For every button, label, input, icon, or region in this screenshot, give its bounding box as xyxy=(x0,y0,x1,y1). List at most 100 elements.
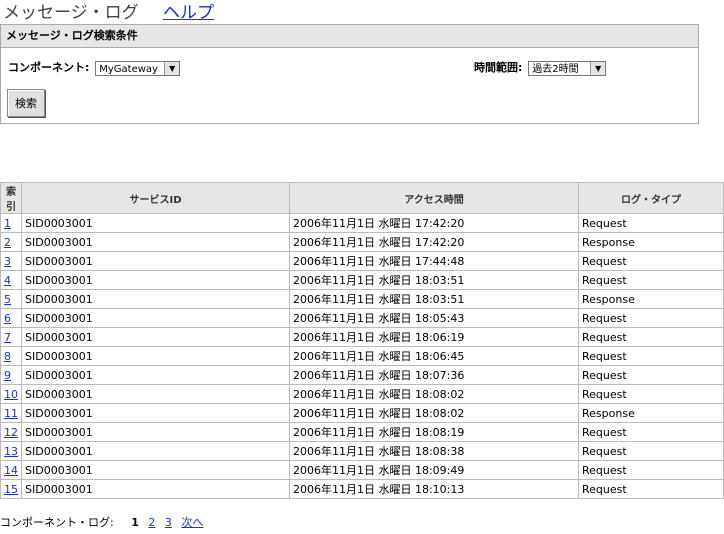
page-link-3[interactable]: 3 xyxy=(165,516,172,529)
chevron-down-icon: ▼ xyxy=(164,61,180,75)
table-row: 12 SID0003001 2006年11月1日 水曜日 18:08:19 Reque… xyxy=(0,422,724,442)
row-index-link[interactable]: 14 xyxy=(4,464,18,477)
access-time-cell: 2006年11月1日 水曜日 18:03:51 xyxy=(289,289,579,309)
help-link[interactable]: ヘルプ xyxy=(163,0,214,23)
index-cell: 4 xyxy=(0,270,22,290)
service-id-cell: SID0003001 xyxy=(21,327,290,347)
row-index-link[interactable]: 3 xyxy=(4,255,11,268)
log-type-cell: Request xyxy=(578,346,724,366)
service-id-cell: SID0003001 xyxy=(21,289,290,309)
log-type-cell: Request xyxy=(578,479,724,499)
service-id-cell: SID0003001 xyxy=(21,460,290,480)
time-range-select[interactable]: 過去2時間 ▼ xyxy=(528,60,607,76)
row-index-link[interactable]: 13 xyxy=(4,445,18,458)
service-id-cell: SID0003001 xyxy=(21,403,290,423)
row-index-link[interactable]: 1 xyxy=(4,217,11,230)
column-header-index[interactable]: 索引 xyxy=(0,182,22,214)
service-id-cell: SID0003001 xyxy=(21,213,290,233)
table-row: 11 SID0003001 2006年11月1日 水曜日 18:08:02 Respo… xyxy=(0,403,724,423)
service-id-cell: SID0003001 xyxy=(21,251,290,271)
column-header-log-type[interactable]: ログ・タイプ xyxy=(578,182,724,214)
log-type-cell: Response xyxy=(578,289,724,309)
column-header-access-time[interactable]: アクセス時間 xyxy=(289,182,579,214)
component-label: コンポーネント: xyxy=(8,61,90,74)
log-type-cell: Request xyxy=(578,270,724,290)
log-type-cell: Request xyxy=(578,213,724,233)
row-index-link[interactable]: 12 xyxy=(4,426,18,439)
log-type-cell: Request xyxy=(578,422,724,442)
row-index-link[interactable]: 4 xyxy=(4,274,11,287)
access-time-cell: 2006年11月1日 水曜日 18:08:02 xyxy=(289,384,579,404)
component-select-value: MyGateway xyxy=(99,63,158,75)
log-type-cell: Request xyxy=(578,308,724,328)
table-row: 15 SID0003001 2006年11月1日 水曜日 18:10:13 Reque… xyxy=(0,479,724,499)
log-type-cell: Request xyxy=(578,460,724,480)
row-index-link[interactable]: 2 xyxy=(4,236,11,249)
table-row: 8 SID0003001 2006年11月1日 水曜日 18:06:45 Reques… xyxy=(0,346,724,366)
service-id-cell: SID0003001 xyxy=(21,270,290,290)
index-cell: 2 xyxy=(0,232,22,252)
table-header-row: 索引 サービスID アクセス時間 ログ・タイプ xyxy=(0,182,724,214)
table-row: 6 SID0003001 2006年11月1日 水曜日 18:05:43 Reques… xyxy=(0,308,724,328)
row-index-link[interactable]: 6 xyxy=(4,312,11,325)
row-index-link[interactable]: 9 xyxy=(4,369,11,382)
index-cell: 10 xyxy=(0,384,22,404)
table-row: 7 SID0003001 2006年11月1日 水曜日 18:06:19 Reques… xyxy=(0,327,724,347)
service-id-cell: SID0003001 xyxy=(21,479,290,499)
index-cell: 1 xyxy=(0,213,22,233)
service-id-cell: SID0003001 xyxy=(21,384,290,404)
log-type-cell: Response xyxy=(578,403,724,423)
table-row: 14 SID0003001 2006年11月1日 水曜日 18:09:49 Reque… xyxy=(0,460,724,480)
access-time-cell: 2006年11月1日 水曜日 18:08:38 xyxy=(289,441,579,461)
log-table: 索引 サービスID アクセス時間 ログ・タイプ 1 SID0003001 2006年… xyxy=(0,182,724,499)
index-cell: 6 xyxy=(0,308,22,328)
log-type-cell: Response xyxy=(578,232,724,252)
access-time-cell: 2006年11月1日 水曜日 18:09:49 xyxy=(289,460,579,480)
index-cell: 14 xyxy=(0,460,22,480)
log-type-cell: Request xyxy=(578,365,724,385)
table-row: 13 SID0003001 2006年11月1日 水曜日 18:08:38 Reque… xyxy=(0,441,724,461)
service-id-cell: SID0003001 xyxy=(21,422,290,442)
index-cell: 3 xyxy=(0,251,22,271)
service-id-cell: SID0003001 xyxy=(21,441,290,461)
index-cell: 11 xyxy=(0,403,22,423)
table-row: 10 SID0003001 2006年11月1日 水曜日 18:08:02 Reque… xyxy=(0,384,724,404)
access-time-cell: 2006年11月1日 水曜日 18:05:43 xyxy=(289,308,579,328)
search-button[interactable]: 検索 xyxy=(7,89,45,117)
access-time-cell: 2006年11月1日 水曜日 18:06:19 xyxy=(289,327,579,347)
log-type-cell: Request xyxy=(578,327,724,347)
page-link-2[interactable]: 2 xyxy=(148,516,155,529)
row-index-link[interactable]: 5 xyxy=(4,293,11,306)
service-id-cell: SID0003001 xyxy=(21,365,290,385)
panel-heading: メッセージ・ログ検索条件 xyxy=(1,25,698,48)
row-index-link[interactable]: 7 xyxy=(4,331,11,344)
row-index-link[interactable]: 15 xyxy=(4,483,18,496)
current-page: 1 xyxy=(131,516,139,529)
index-cell: 13 xyxy=(0,441,22,461)
access-time-cell: 2006年11月1日 水曜日 18:03:51 xyxy=(289,270,579,290)
table-row: 5 SID0003001 2006年11月1日 水曜日 18:03:51 Respon… xyxy=(0,289,724,309)
table-row: 1 SID0003001 2006年11月1日 水曜日 17:42:20 Reques… xyxy=(0,213,724,233)
index-cell: 7 xyxy=(0,327,22,347)
access-time-cell: 2006年11月1日 水曜日 18:08:19 xyxy=(289,422,579,442)
table-row: 2 SID0003001 2006年11月1日 水曜日 17:42:20 Respon… xyxy=(0,232,724,252)
table-body: 1 SID0003001 2006年11月1日 水曜日 17:42:20 Reques… xyxy=(0,213,724,499)
row-index-link[interactable]: 10 xyxy=(4,388,18,401)
chevron-down-icon: ▼ xyxy=(590,61,606,75)
next-page-link[interactable]: 次へ xyxy=(181,516,203,529)
column-header-service-id[interactable]: サービスID xyxy=(21,182,290,214)
index-cell: 15 xyxy=(0,479,22,499)
service-id-cell: SID0003001 xyxy=(21,232,290,252)
row-index-link[interactable]: 8 xyxy=(4,350,11,363)
access-time-cell: 2006年11月1日 水曜日 17:44:48 xyxy=(289,251,579,271)
service-id-cell: SID0003001 xyxy=(21,308,290,328)
table-row: 3 SID0003001 2006年11月1日 水曜日 17:44:48 Reques… xyxy=(0,251,724,271)
component-filter: コンポーネント: MyGateway ▼ xyxy=(8,59,181,76)
row-index-link[interactable]: 11 xyxy=(4,407,18,420)
table-row: 4 SID0003001 2006年11月1日 水曜日 18:03:51 Reques… xyxy=(0,270,724,290)
time-range-select-value: 過去2時間 xyxy=(532,63,579,75)
table-row: 9 SID0003001 2006年11月1日 水曜日 18:07:36 Reques… xyxy=(0,365,724,385)
service-id-cell: SID0003001 xyxy=(21,346,290,366)
pagination-label: コンポーネント・ログ: xyxy=(0,516,114,529)
component-select[interactable]: MyGateway ▼ xyxy=(95,60,181,76)
